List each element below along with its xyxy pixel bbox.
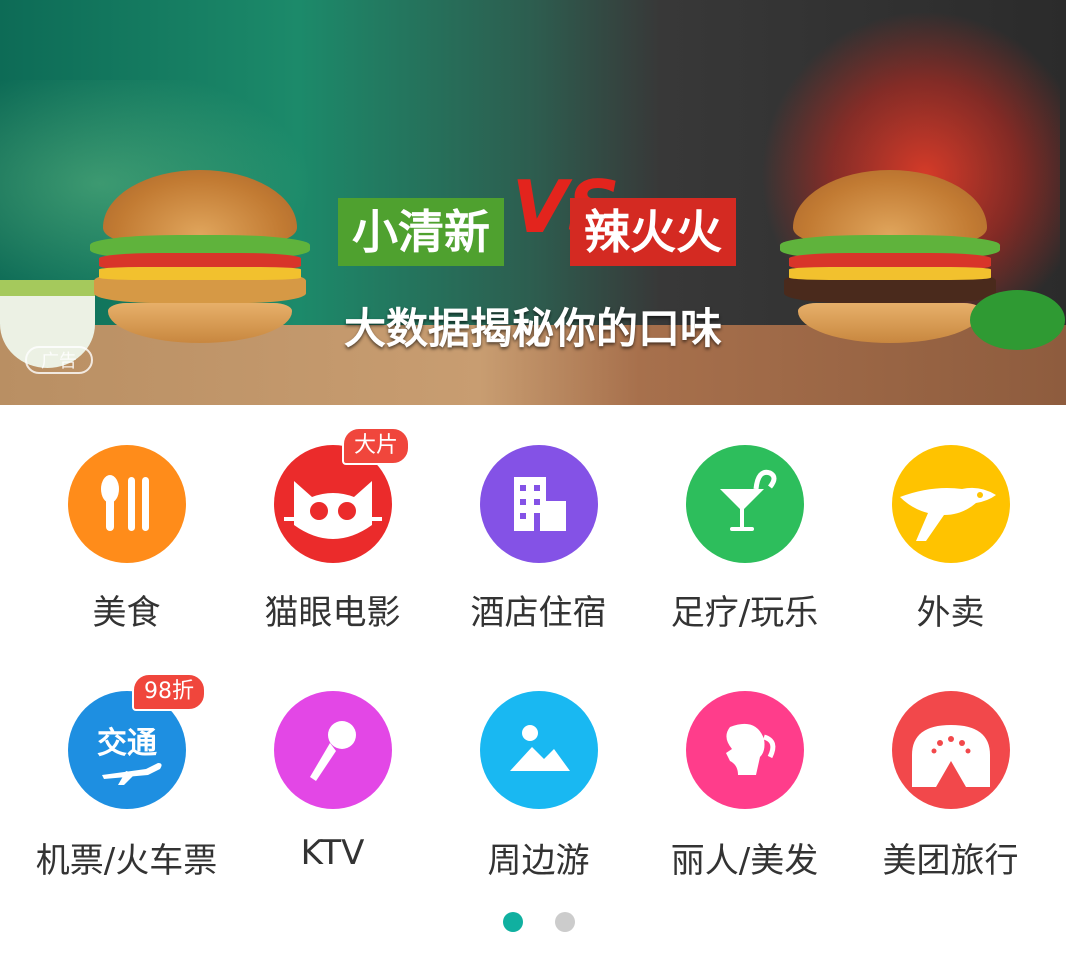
building-icon <box>480 445 598 563</box>
badge-discount: 98折 <box>132 673 206 711</box>
banner-tag-spicy: 辣火火 <box>570 198 736 266</box>
category-label: 酒店住宿 <box>470 593 607 633</box>
microphone-icon <box>274 691 392 809</box>
cocktail-icon <box>686 445 804 563</box>
category-label: 美团旅行 <box>882 841 1019 881</box>
woman-profile-icon <box>686 691 804 809</box>
page-dot-active[interactable] <box>503 912 523 932</box>
category-label: 丽人/美发 <box>670 841 819 881</box>
category-label: 足疗/玩乐 <box>670 593 819 633</box>
category-label: 外卖 <box>916 593 985 633</box>
tent-icon <box>892 691 1010 809</box>
utensils-icon <box>68 445 186 563</box>
kangaroo-icon <box>892 445 1010 563</box>
badge-hot: 大片 <box>342 427 411 465</box>
banner-slogan: 大数据揭秘你的口味 <box>343 304 722 353</box>
category-label: 机票/火车票 <box>35 841 218 881</box>
promo-banner[interactable]: 小清新 VS 辣火火 大数据揭秘你的口味 广告 <box>0 0 1066 405</box>
banner-tag-fresh: 小清新 <box>338 198 504 266</box>
page-dot[interactable] <box>555 912 575 932</box>
category-label: 周边游 <box>487 841 590 881</box>
category-label: KTV <box>300 833 365 873</box>
landscape-icon <box>480 691 598 809</box>
category-label: 猫眼电影 <box>264 593 401 633</box>
ad-badge: 广告 <box>25 346 93 374</box>
icon-text: 交通 <box>97 726 157 761</box>
category-label: 美食 <box>92 593 161 633</box>
page-indicator <box>0 910 1066 934</box>
